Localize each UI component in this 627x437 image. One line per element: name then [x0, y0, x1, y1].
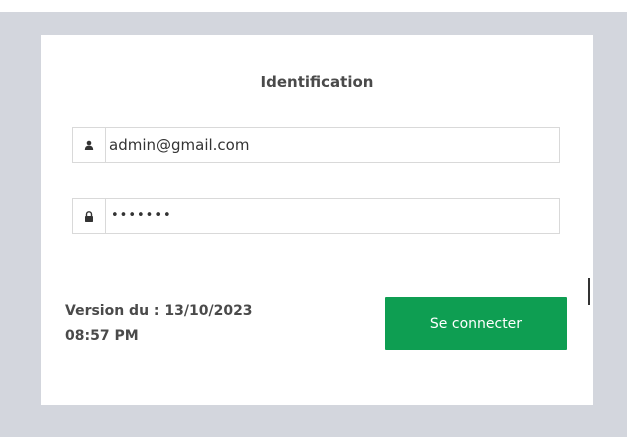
user-icon: [73, 128, 106, 162]
login-title: Identification: [260, 73, 374, 91]
version-time: 08:57 PM: [65, 328, 139, 344]
password-field[interactable]: •••••••: [72, 198, 560, 234]
version-info: Version du : 13/10/2023 08:57 PM: [65, 299, 325, 349]
password-input[interactable]: •••••••: [111, 199, 172, 233]
lock-icon: [73, 199, 106, 233]
version-date: Version du : 13/10/2023: [65, 303, 253, 319]
login-button[interactable]: Se connecter: [385, 297, 567, 350]
email-input[interactable]: [109, 128, 555, 162]
text-cursor: [588, 278, 590, 305]
email-field[interactable]: [72, 127, 560, 163]
